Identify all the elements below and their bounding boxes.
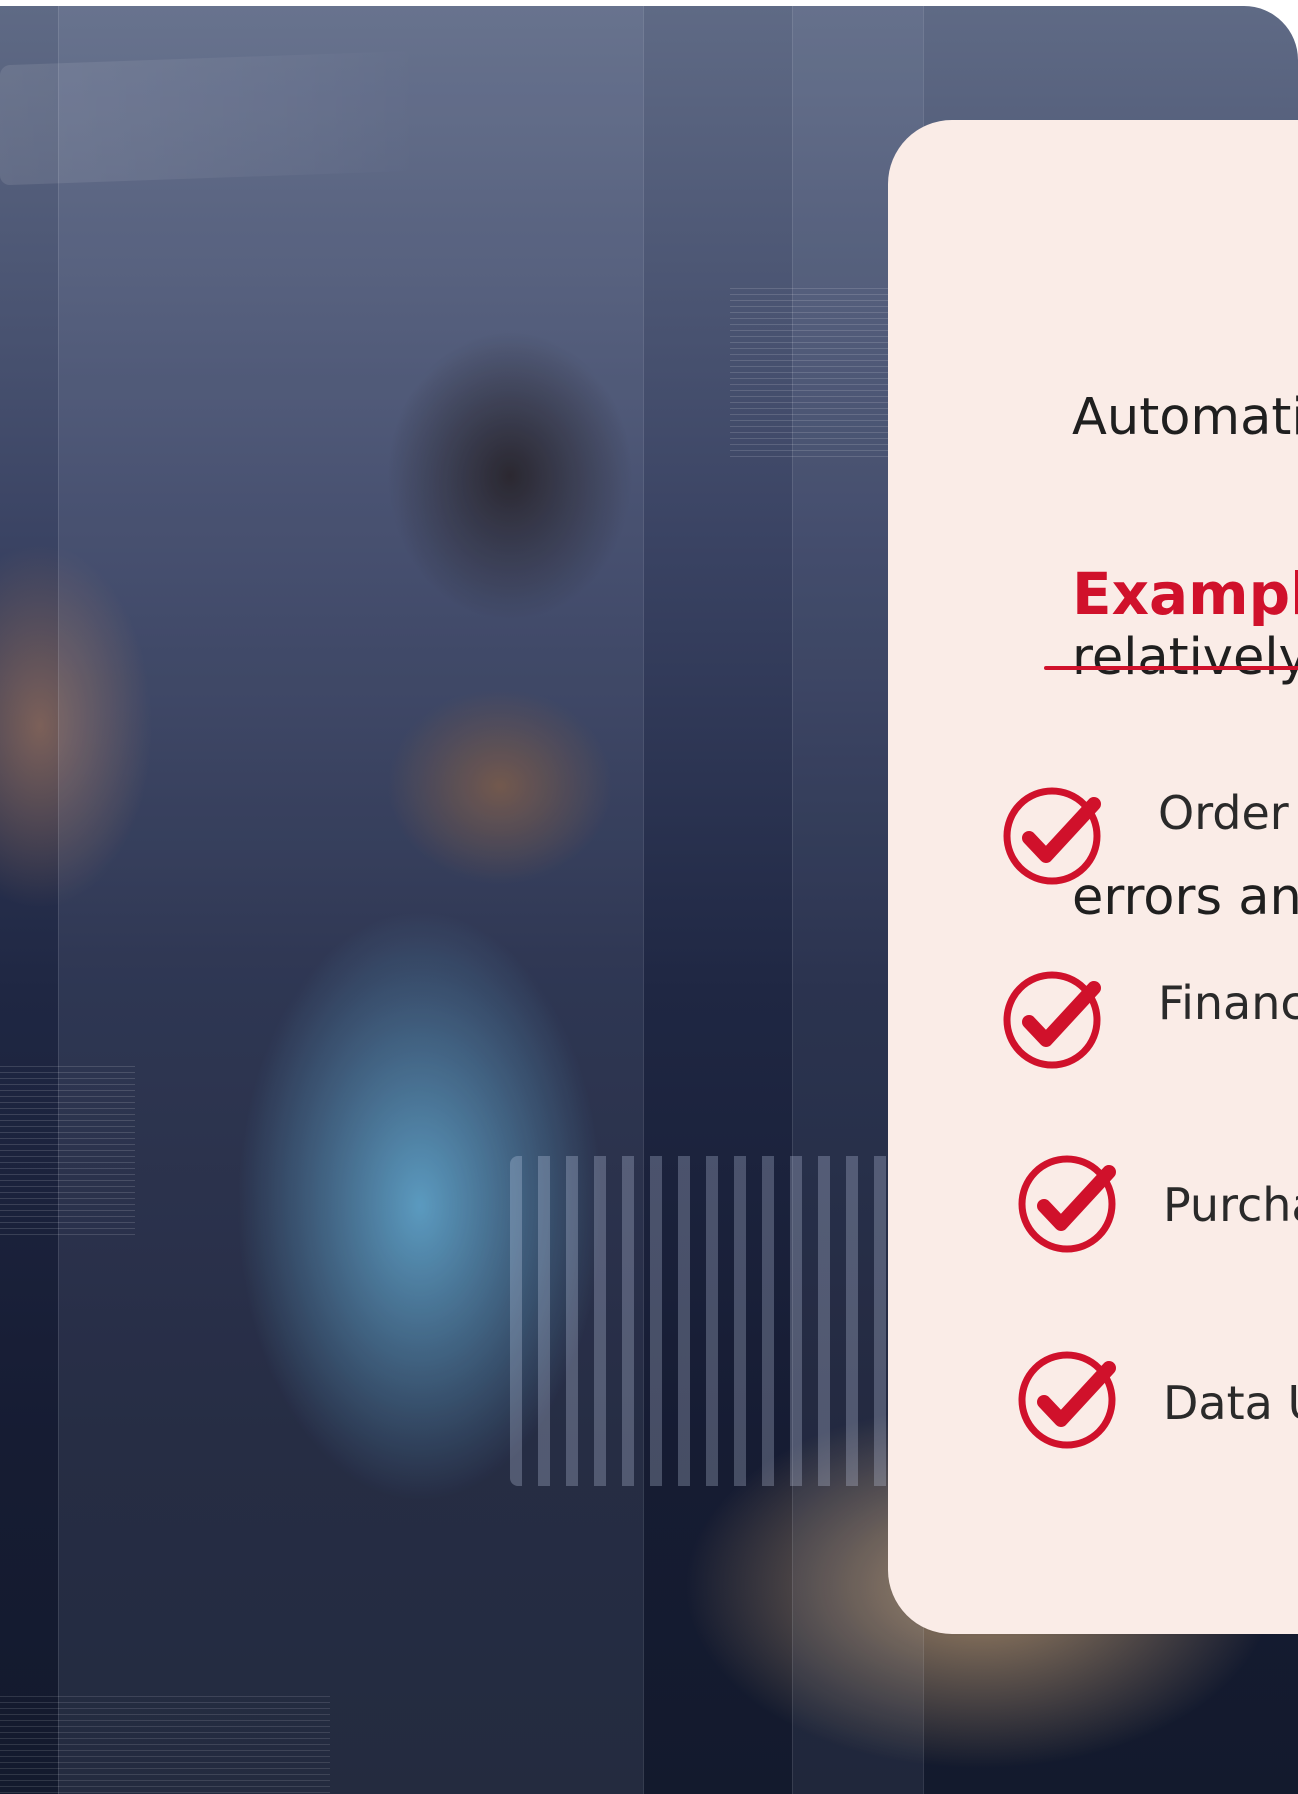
list-item: Order I — [1002, 782, 1298, 892]
overlay-text-block — [730, 288, 890, 458]
list-item-label: Financ — [1158, 976, 1298, 1030]
page: Automati relatively errors anc Example O… — [0, 0, 1298, 1794]
list-item: Purcha — [1017, 1150, 1298, 1260]
list-item: Data U — [1017, 1346, 1298, 1456]
overlay-text-block — [0, 1696, 330, 1794]
overlay-text-block — [0, 1066, 135, 1236]
intro-line-1: Automati — [1072, 388, 1298, 447]
check-circle-icon — [1018, 1155, 1116, 1253]
check-circle-icon — [1018, 1351, 1116, 1449]
glass-panel — [58, 6, 644, 1794]
list-item-label: Order I — [1158, 786, 1298, 840]
check-circle-icon — [1003, 971, 1101, 1069]
heading-underline — [1044, 666, 1298, 670]
list-item: Financ — [1002, 966, 1298, 1076]
check-circle-icon — [1003, 787, 1101, 885]
overlay-code-lines — [0, 50, 420, 186]
intro-line-2: relatively — [1072, 628, 1298, 687]
list-item-label: Data U — [1163, 1376, 1298, 1430]
list-item-label: Purcha — [1163, 1178, 1298, 1232]
overlay-bar-graph — [510, 1156, 930, 1486]
examples-heading: Example — [1072, 560, 1298, 628]
